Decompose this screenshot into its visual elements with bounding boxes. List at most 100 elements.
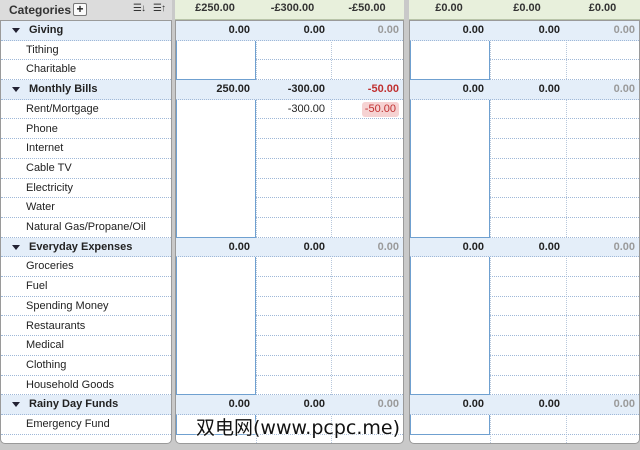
month1-outflows: -£300.00 (270, 2, 315, 14)
month2-outflows: £0.00 (513, 2, 541, 14)
sort-descending-icon[interactable]: ☰↓ (133, 3, 146, 14)
outflows-total: 0.00 (303, 398, 325, 411)
month1-balance: -£50.00 (348, 2, 386, 14)
category-label: Natural Gas/Propane/Oil (26, 221, 146, 233)
category-row[interactable]: Clothing (1, 356, 171, 376)
category-label: Water (26, 201, 55, 214)
budget-group-row: 0.00 0.00 0.00 (176, 21, 403, 41)
category-row[interactable]: Medical (1, 336, 171, 356)
month2-balance: £0.00 (588, 2, 617, 14)
add-category-button[interactable]: + (73, 3, 87, 16)
categories-header: Categories + ☰↓ ☰↑ (0, 0, 172, 20)
category-row[interactable]: Electricity (1, 179, 171, 199)
sort-ascending-icon[interactable]: ☰↑ (153, 3, 166, 14)
category-row[interactable]: Household Goods (1, 376, 171, 396)
budget-group-row: 0.00 0.00 0.00 (410, 237, 639, 258)
outflows-total: -300.00 (287, 83, 325, 96)
category-row[interactable]: Emergency Fund (1, 415, 171, 435)
category-row[interactable]: Fuel (1, 277, 171, 297)
budgeted-total: 250.00 (216, 83, 250, 96)
budget-group-row: 0.00 0.00 0.00 (410, 80, 639, 100)
budget-group-row: 0.00 0.00 0.00 (176, 237, 403, 258)
group-label: Giving (29, 24, 64, 36)
budget-input-column[interactable] (410, 99, 490, 238)
category-label: Phone (26, 122, 58, 135)
budget-input-column[interactable] (410, 415, 490, 435)
category-row[interactable]: Restaurants (1, 317, 171, 337)
group-label: Everyday Expenses (29, 240, 133, 253)
outflows-total: 0.00 (538, 83, 560, 96)
category-label: Emergency Fund (26, 418, 110, 430)
month2-panel: 0.00 0.00 0.00 0.00 0.00 0.00 0.00 0.00 0.00 0.00… (409, 20, 640, 444)
budget-input-column[interactable] (410, 257, 490, 396)
category-row[interactable]: Water (1, 198, 171, 218)
budget-input-column[interactable] (410, 40, 490, 81)
category-group-row[interactable]: Giving (1, 21, 171, 41)
category-row[interactable]: Rent/Mortgage (1, 100, 171, 120)
categories-title: Categories (9, 3, 72, 17)
category-group-row[interactable]: Rainy Day Funds (1, 395, 171, 415)
budgeted-total: 0.00 (462, 240, 484, 253)
category-row[interactable]: Charitable (1, 60, 171, 81)
category-label: Tithing (26, 43, 59, 56)
month2-budgeted: £0.00 (435, 2, 463, 14)
budget-input-column[interactable] (176, 40, 256, 81)
category-group-row[interactable]: Monthly Bills (1, 80, 171, 100)
outflows-total: 0.00 (538, 240, 560, 253)
negative-balance-badge: -50.00 (361, 101, 399, 117)
categories-panel: Giving Tithing Charitable Monthly Bills Rent… (0, 20, 172, 444)
budget-group-row: 250.00 -300.00 -50.00 (176, 80, 403, 100)
category-group-row[interactable]: Everyday Expenses (1, 237, 171, 258)
balance-total: 0.00 (613, 240, 635, 253)
budgeted-total: 0.00 (462, 24, 484, 36)
month1-budgeted: £250.00 (195, 2, 235, 14)
category-label: Medical (26, 339, 64, 352)
budget-window: Categories + ☰↓ ☰↑ £250.00 -£300.00 -£50… (0, 0, 640, 450)
category-label: Groceries (26, 260, 74, 273)
outflows-total: 0.00 (303, 24, 325, 36)
category-label: Rent/Mortgage (26, 102, 99, 115)
category-label: Electricity (26, 181, 74, 194)
balance-total: 0.00 (377, 240, 399, 253)
budget-input-column[interactable] (176, 99, 256, 238)
balance-total: 0.00 (377, 398, 399, 411)
category-row[interactable]: Internet (1, 139, 171, 159)
outflows-total: 0.00 (538, 398, 560, 411)
balance-total: 0.00 (613, 24, 635, 36)
balance-total: 0.00 (377, 24, 399, 36)
category-label: Household Goods (26, 378, 115, 391)
balance-value: -50.00 (331, 100, 403, 119)
category-label: Internet (26, 142, 64, 155)
budget-input-column[interactable] (176, 257, 256, 396)
collapse-triangle-icon[interactable] (12, 28, 20, 33)
category-row[interactable]: Phone (1, 120, 171, 140)
budgeted-total: 0.00 (228, 240, 250, 253)
budgeted-total: 0.00 (228, 398, 250, 411)
category-label: Cable TV (26, 161, 72, 174)
group-label: Rainy Day Funds (29, 398, 119, 411)
collapse-triangle-icon[interactable] (12, 87, 20, 93)
category-row[interactable]: Tithing (1, 41, 171, 61)
collapse-triangle-icon[interactable] (12, 244, 20, 250)
budgeted-total: 0.00 (462, 398, 484, 411)
outflows-value: -300.00 (287, 102, 325, 115)
balance-total: -50.00 (367, 83, 399, 96)
watermark: 双电网(www.pcpc.me) (196, 417, 400, 439)
category-label: Clothing (26, 358, 67, 371)
month1-header: £250.00 -£300.00 -£50.00 (175, 0, 404, 20)
category-row[interactable]: Cable TV (1, 159, 171, 179)
balance-total: 0.00 (613, 398, 635, 411)
category-row[interactable]: Natural Gas/Propane/Oil (1, 218, 171, 238)
budget-group-row: 0.00 0.00 0.00 (410, 395, 639, 415)
balance-total: 0.00 (613, 83, 635, 96)
group-label: Monthly Bills (29, 83, 98, 96)
category-label: Charitable (26, 63, 77, 76)
category-label: Fuel (26, 280, 48, 293)
collapse-triangle-icon[interactable] (12, 402, 20, 408)
category-row[interactable]: Spending Money (1, 297, 171, 317)
category-label: Restaurants (26, 319, 86, 332)
outflows-total: 0.00 (303, 240, 325, 253)
category-label: Spending Money (26, 299, 109, 312)
category-row[interactable]: Groceries (1, 257, 171, 278)
outflows-total: 0.00 (538, 24, 560, 36)
